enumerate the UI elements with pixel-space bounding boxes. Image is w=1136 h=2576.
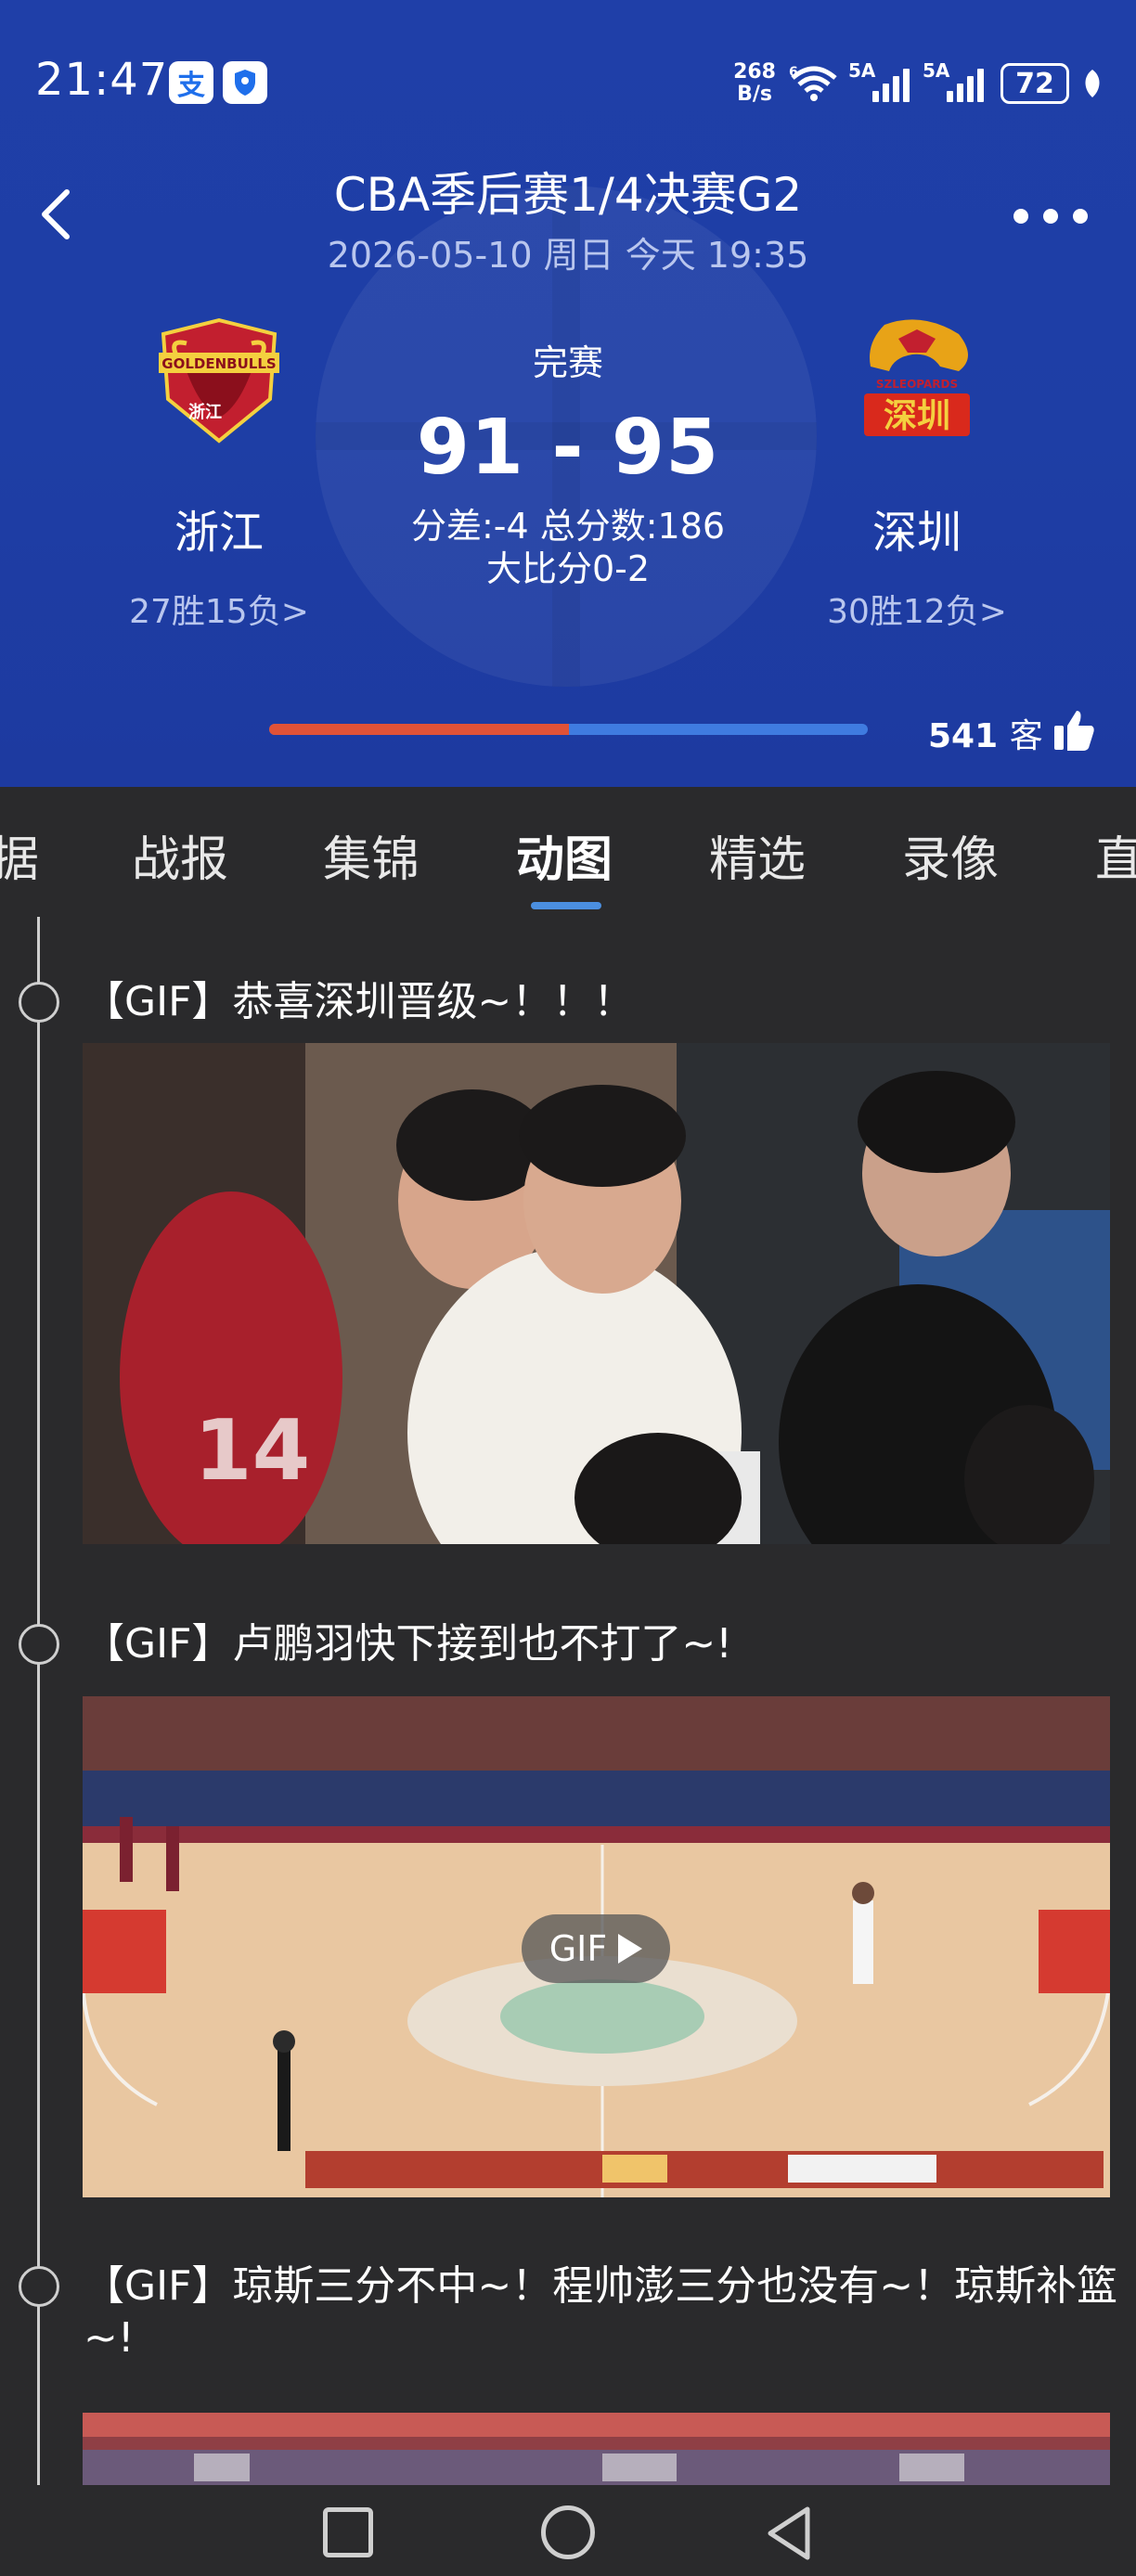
timeline-dot — [19, 2266, 59, 2307]
dot-icon — [1013, 209, 1028, 224]
dot-icon — [1073, 209, 1088, 224]
tab-featured[interactable]: 精选 — [709, 820, 806, 890]
tab-live-partial[interactable]: 直 — [1095, 820, 1136, 890]
goldenbulls-logo-icon: GOLDENBULLS 浙江 — [149, 316, 289, 445]
match-title: CBA季后赛1/4决赛G2 — [333, 168, 803, 222]
system-navigation-bar — [0, 2485, 1136, 2576]
tab-replay[interactable]: 录像 — [902, 820, 999, 890]
series-score: 大比分0-2 — [485, 548, 651, 589]
more-options-button[interactable] — [1013, 202, 1088, 230]
away-team[interactable]: SZLEOPARDS 深圳 深圳 30胜12负> — [778, 316, 1056, 633]
shield-app-icon — [223, 61, 267, 104]
tab-data-partial[interactable]: 据 — [0, 820, 39, 890]
gif-thumbnail[interactable] — [83, 2413, 1110, 2485]
svg-text:6: 6 — [789, 65, 798, 80]
alipay-icon: 支 — [169, 61, 213, 104]
timeline-dot — [19, 982, 59, 1023]
status-bar: 21:47 支 268 B/s 6 5A 5A 72 — [0, 0, 1136, 167]
signal-icon-sim1: 5A — [848, 59, 913, 102]
home-support-fill — [269, 724, 569, 735]
feed-item-title[interactable]: 【GIF】琼斯三分不中~！程帅澎三分也没有~！琼斯补篮~! — [84, 2260, 1119, 2364]
match-datetime: 2026-05-10 周日 今天 19:35 — [327, 235, 809, 276]
gif-thumbnail[interactable]: 14 — [83, 1043, 1110, 1544]
timeline-line — [37, 917, 40, 2485]
away-support-count: 541 客 — [928, 717, 1043, 755]
gif-feed: 【GIF】恭喜深圳晋级~！！！ 14 【GIF】卢鹏羽快下接到也不打了~! GI… — [0, 908, 1136, 2485]
svg-text:14: 14 — [194, 1402, 310, 1500]
score-panel: 完赛 91 - 95 分差:-4 总分数:186 大比分0-2 — [336, 334, 800, 590]
clock: 21:47 — [35, 54, 169, 106]
final-score: 91 - 95 — [416, 404, 720, 492]
feed-item-title[interactable]: 【GIF】卢鹏羽快下接到也不打了~! — [84, 1618, 1119, 1670]
home-button[interactable] — [541, 2505, 595, 2559]
gif-thumbnail[interactable]: GIF — [83, 1696, 1110, 2197]
battery-icon: 72 — [1000, 63, 1069, 104]
signal-icon-sim2: 5A — [923, 59, 988, 102]
feed-item-title[interactable]: 【GIF】恭喜深圳晋级~！！！ — [84, 976, 1119, 1028]
svg-text:SZLEOPARDS: SZLEOPARDS — [876, 378, 958, 391]
tab-bar: 据 战报 集锦 动图 精选 录像 直 — [0, 787, 1136, 909]
tab-report[interactable]: 战报 — [132, 820, 228, 890]
recent-apps-button[interactable] — [323, 2507, 373, 2557]
score-diff-total: 分差:-4 总分数:186 — [410, 506, 726, 547]
timeline-dot — [19, 1624, 59, 1665]
support-ratio-bar — [269, 724, 868, 735]
home-team-name: 浙江 — [174, 507, 264, 559]
away-team-record[interactable]: 30胜12负> — [778, 585, 1056, 633]
tab-highlights[interactable]: 集锦 — [323, 820, 420, 890]
status-icons: 268 B/s 6 5A 5A 72 — [733, 58, 1103, 109]
power-saving-leaf-icon — [1085, 70, 1100, 97]
svg-text:浙江: 浙江 — [188, 402, 222, 422]
szleopards-logo-icon: SZLEOPARDS 深圳 — [847, 316, 987, 445]
wifi-icon: 6 — [789, 65, 839, 102]
gif-play-button[interactable]: GIF — [522, 1914, 670, 1983]
score-info: 分差:-4 总分数:186 大比分0-2 — [336, 505, 800, 590]
tab-gifs[interactable]: 动图 — [516, 820, 613, 890]
home-team[interactable]: GOLDENBULLS 浙江 浙江 27胜15负> — [80, 316, 358, 633]
match-header: 21:47 支 268 B/s 6 5A 5A 72 CBA季后赛1/4决赛G2… — [0, 0, 1136, 787]
thumbs-up-icon[interactable] — [1051, 707, 1097, 753]
svg-text:深圳: 深圳 — [884, 397, 950, 435]
away-team-name: 深圳 — [871, 507, 962, 559]
game-status: 完赛 — [532, 342, 603, 383]
net-speed: 268 B/s — [733, 60, 776, 106]
dot-icon — [1043, 209, 1058, 224]
system-back-button[interactable] — [761, 2504, 817, 2563]
home-team-record[interactable]: 27胜15负> — [80, 585, 358, 633]
svg-text:GOLDENBULLS: GOLDENBULLS — [161, 355, 276, 372]
play-icon — [618, 1934, 643, 1964]
